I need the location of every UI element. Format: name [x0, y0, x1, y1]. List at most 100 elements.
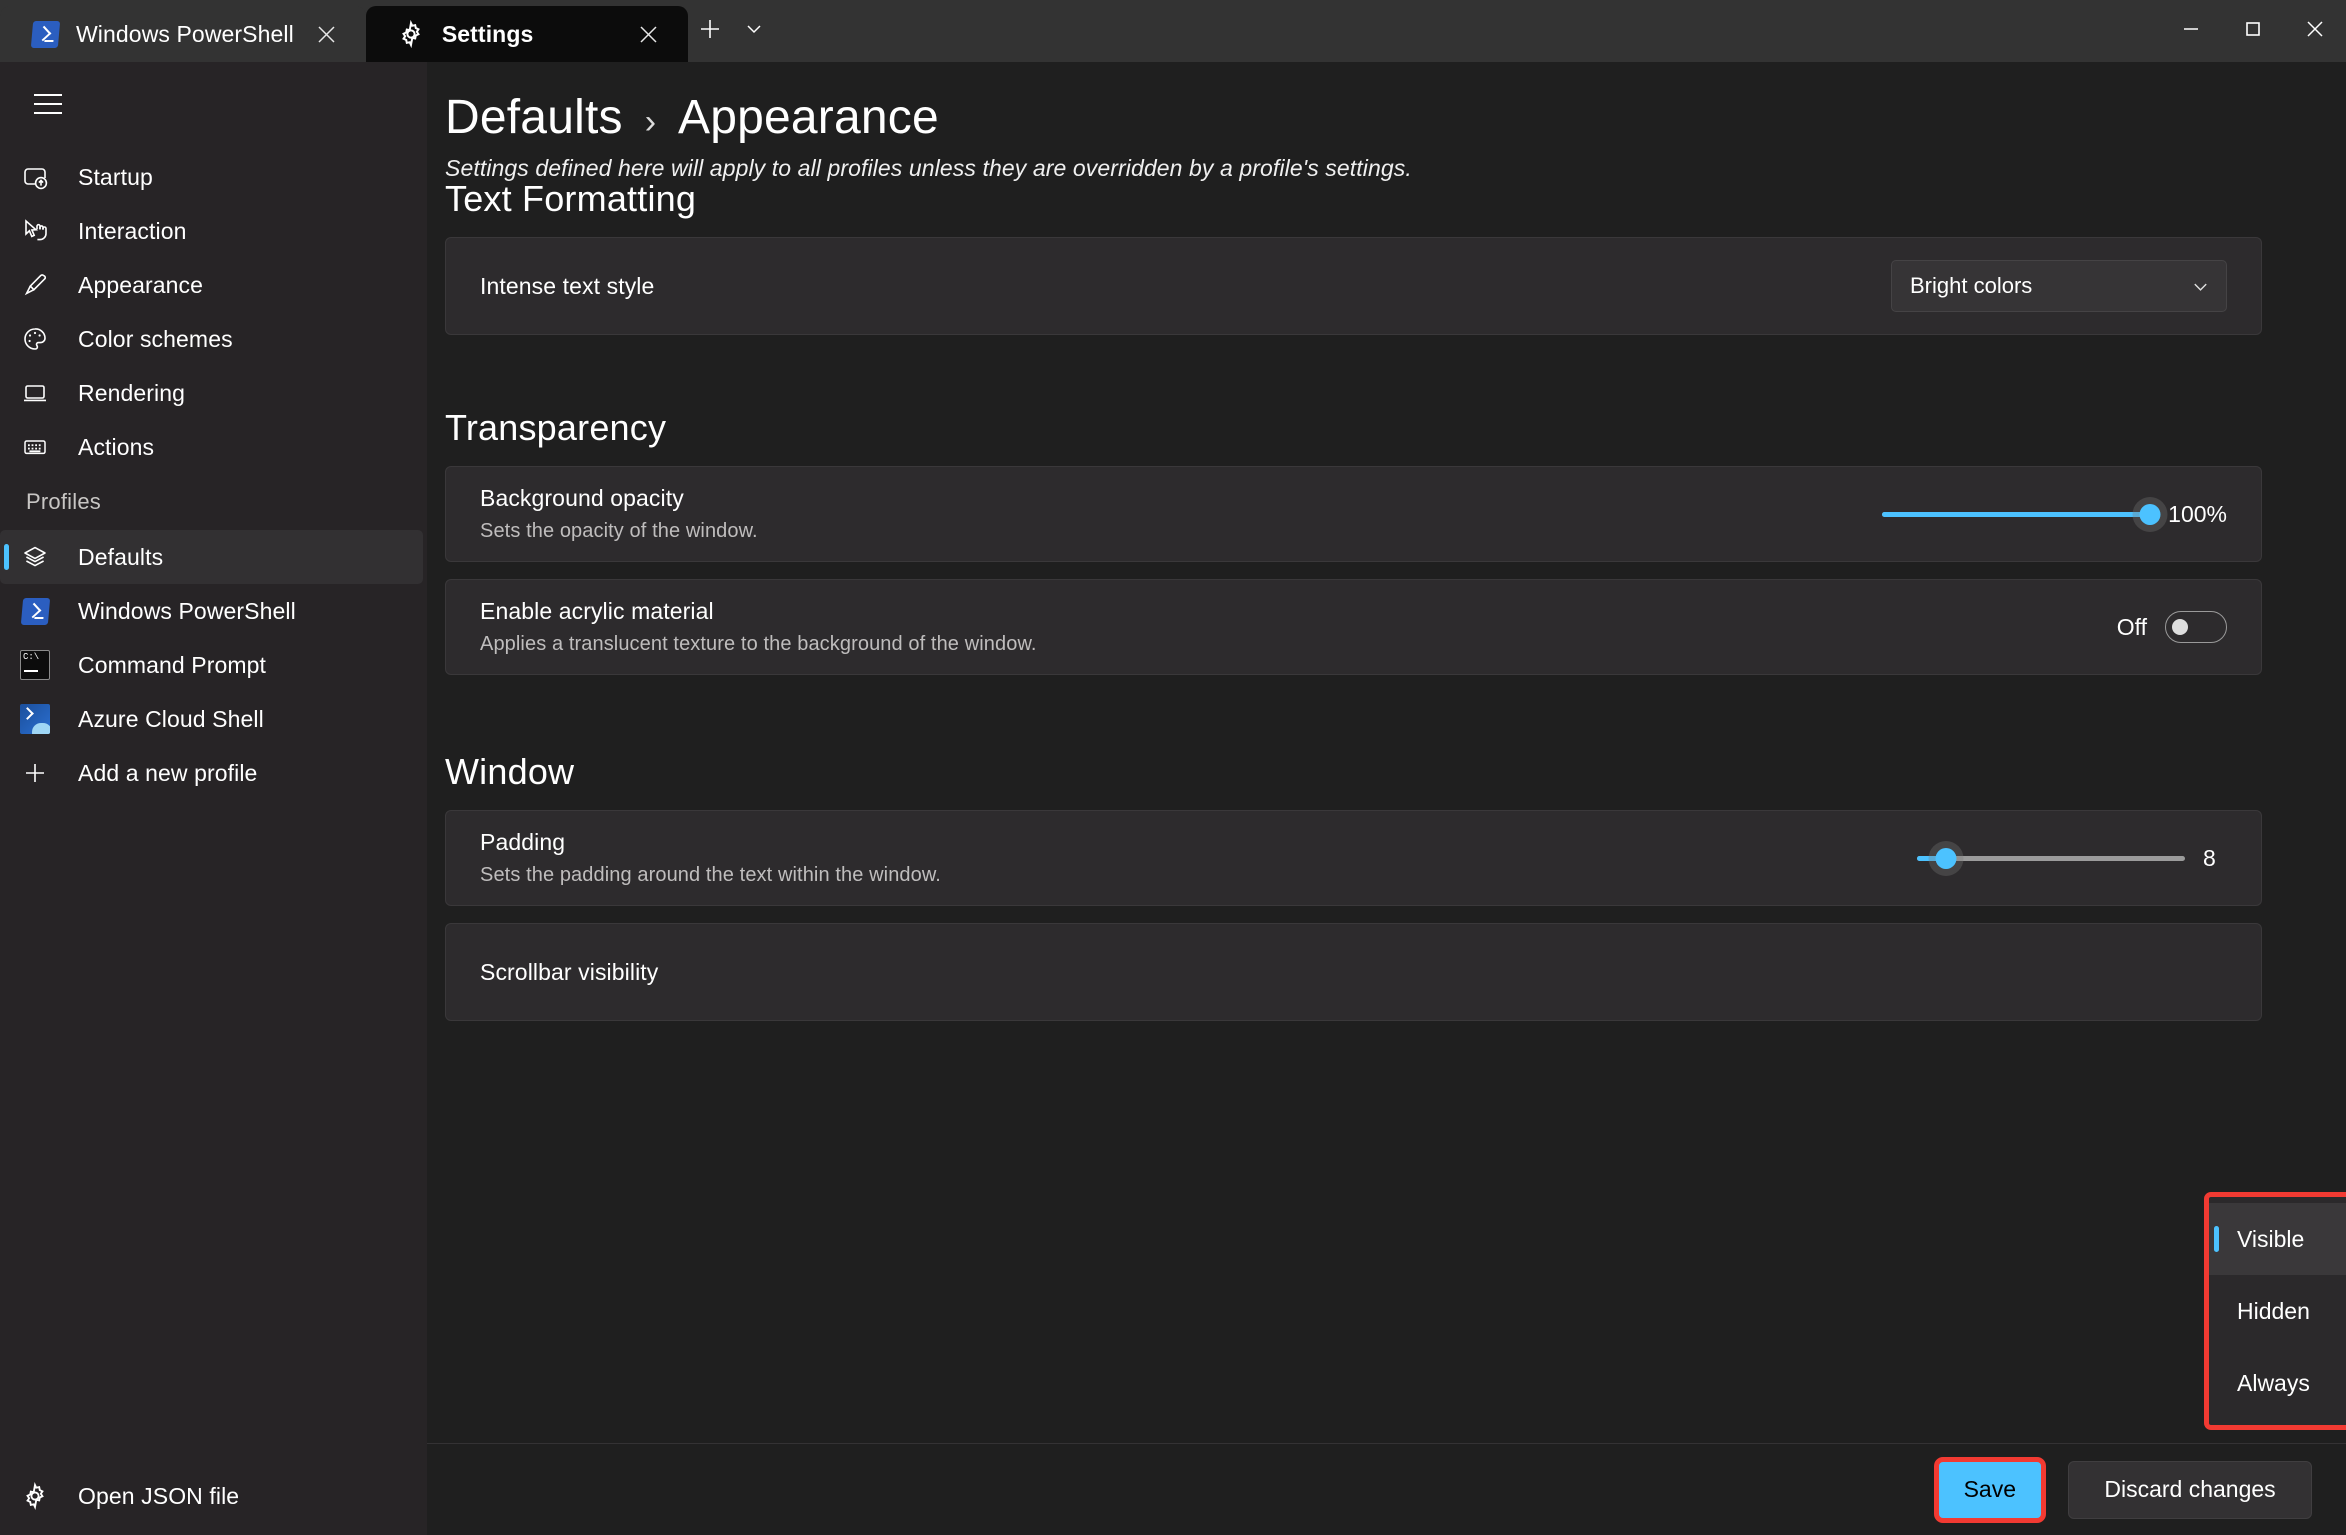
startup-icon [18, 160, 52, 194]
powershell-icon [30, 19, 60, 49]
background-opacity-slider[interactable] [1882, 493, 2150, 535]
acrylic-toggle[interactable] [2165, 611, 2227, 643]
minimize-icon[interactable] [2160, 0, 2222, 58]
window-body: Startup Interaction [0, 62, 2346, 1535]
sidebar-item-label: Windows PowerShell [78, 598, 296, 625]
tab-label: Windows PowerShell [76, 21, 294, 48]
dropdown-option-visible[interactable]: Visible [2209, 1203, 2346, 1275]
setting-row-intense-text-style: Intense text style Bright colors [445, 237, 2262, 335]
slider-fill [1882, 512, 2150, 517]
settings-main: Defaults › Appearance Settings defined h… [427, 62, 2346, 1535]
setting-row-padding: Padding Sets the padding around the text… [445, 810, 2262, 906]
cursor-icon [18, 214, 52, 248]
azure-icon [18, 702, 52, 736]
sidebar-item-label: Defaults [78, 544, 163, 571]
page-title: Appearance [678, 90, 939, 145]
scrollbar-visibility-dropdown-list[interactable]: Visible Hidden Always [2204, 1192, 2346, 1430]
tab-actions [688, 0, 776, 62]
sidebar-spacer [0, 800, 427, 1457]
sidebar-item-azure-cloud-shell[interactable]: Azure Cloud Shell [0, 692, 427, 746]
open-json-file-button[interactable]: Open JSON file [0, 1457, 427, 1535]
chevron-down-icon [2191, 277, 2210, 296]
dropdown-option-label: Hidden [2237, 1298, 2310, 1325]
setting-texts: Padding Sets the padding around the text… [480, 829, 1917, 887]
breadcrumb-parent[interactable]: Defaults [445, 90, 623, 145]
slider-thumb[interactable] [2140, 504, 2161, 525]
close-icon[interactable] [310, 17, 344, 51]
setting-row-scrollbar-visibility: Scrollbar visibility [445, 923, 2262, 1021]
breadcrumb: Defaults › Appearance [427, 62, 2262, 145]
sidebar-item-interaction[interactable]: Interaction [0, 204, 427, 258]
close-icon[interactable] [2284, 0, 2346, 58]
sidebar-item-label: Add a new profile [78, 760, 257, 787]
tab-windows-powershell[interactable]: Windows PowerShell [0, 6, 366, 62]
gear-icon [18, 1479, 52, 1513]
sidebar-item-add-new-profile[interactable]: Add a new profile [0, 746, 427, 800]
sidebar-item-color-schemes[interactable]: Color schemes [0, 312, 427, 366]
section-title-text-formatting: Text Formatting [427, 178, 2262, 220]
dropdown-option-label: Visible [2237, 1226, 2304, 1253]
settings-footer: Save Discard changes [427, 1443, 2346, 1535]
tab-strip: Windows PowerShell Settings [0, 0, 688, 62]
sidebar-item-label: Azure Cloud Shell [78, 706, 264, 733]
setting-description: Sets the padding around the text within … [480, 864, 1917, 887]
sidebar-item-command-prompt[interactable]: Command Prompt [0, 638, 427, 692]
open-json-file-label: Open JSON file [78, 1483, 239, 1510]
cmd-icon [18, 648, 52, 682]
background-opacity-value: 100% [2168, 501, 2227, 528]
titlebar-drag-area [776, 0, 2160, 62]
sidebar-item-windows-powershell[interactable]: Windows PowerShell [0, 584, 427, 638]
setting-control: 100% [1882, 493, 2227, 535]
padding-value: 8 [2203, 845, 2227, 872]
acrylic-toggle-state: Off [2117, 614, 2147, 641]
sidebar-item-label: Actions [78, 434, 154, 461]
window-controls [2160, 0, 2346, 62]
sidebar-item-label: Color schemes [78, 326, 233, 353]
hamburger-icon[interactable] [16, 72, 80, 136]
intense-text-style-dropdown[interactable]: Bright colors [1891, 260, 2227, 312]
setting-label: Scrollbar visibility [480, 959, 2227, 986]
sidebar-item-rendering[interactable]: Rendering [0, 366, 427, 420]
title-bar: Windows PowerShell Settings [0, 0, 2346, 62]
section-title-window: Window [427, 751, 2262, 793]
new-tab-icon[interactable] [688, 7, 732, 51]
tab-settings[interactable]: Settings [366, 6, 688, 62]
keyboard-icon [18, 430, 52, 464]
dropdown-value: Bright colors [1910, 273, 2032, 299]
close-icon[interactable] [632, 17, 666, 51]
plus-icon [18, 756, 52, 790]
palette-icon [18, 322, 52, 356]
gear-icon [396, 19, 426, 49]
setting-texts: Enable acrylic material Applies a transl… [480, 598, 2117, 656]
sidebar-item-startup[interactable]: Startup [0, 150, 427, 204]
sidebar-item-defaults[interactable]: Defaults [0, 530, 423, 584]
sidebar-nav: Startup Interaction [0, 150, 427, 800]
paintbrush-icon [18, 268, 52, 302]
sidebar-item-appearance[interactable]: Appearance [0, 258, 427, 312]
padding-slider[interactable] [1917, 837, 2185, 879]
page-subtitle: Settings defined here will apply to all … [427, 145, 2262, 182]
setting-control: Off [2117, 611, 2227, 643]
setting-row-enable-acrylic-material: Enable acrylic material Applies a transl… [445, 579, 2262, 675]
chevron-down-icon[interactable] [732, 7, 776, 51]
setting-description: Sets the opacity of the window. [480, 520, 1882, 543]
setting-control: 8 [1917, 837, 2227, 879]
settings-content: Defaults › Appearance Settings defined h… [427, 62, 2346, 1443]
section-title-transparency: Transparency [427, 407, 2262, 449]
sidebar-section-profiles: Profiles [0, 474, 427, 530]
dropdown-option-always[interactable]: Always [2209, 1347, 2346, 1419]
dropdown-option-hidden[interactable]: Hidden [2209, 1275, 2346, 1347]
setting-label: Intense text style [480, 273, 1891, 300]
maximize-icon[interactable] [2222, 0, 2284, 58]
setting-texts: Background opacity Sets the opacity of t… [480, 485, 1882, 543]
discard-changes-button[interactable]: Discard changes [2068, 1461, 2312, 1519]
terminal-settings-window: Windows PowerShell Settings [0, 0, 2346, 1535]
setting-control: Bright colors [1891, 260, 2227, 312]
setting-row-background-opacity: Background opacity Sets the opacity of t… [445, 466, 2262, 562]
slider-thumb[interactable] [1936, 848, 1957, 869]
sidebar-item-actions[interactable]: Actions [0, 420, 427, 474]
sidebar-item-label: Command Prompt [78, 652, 266, 679]
setting-label: Padding [480, 829, 1917, 856]
save-button[interactable]: Save [1938, 1461, 2042, 1519]
slider-track [1917, 856, 2185, 861]
